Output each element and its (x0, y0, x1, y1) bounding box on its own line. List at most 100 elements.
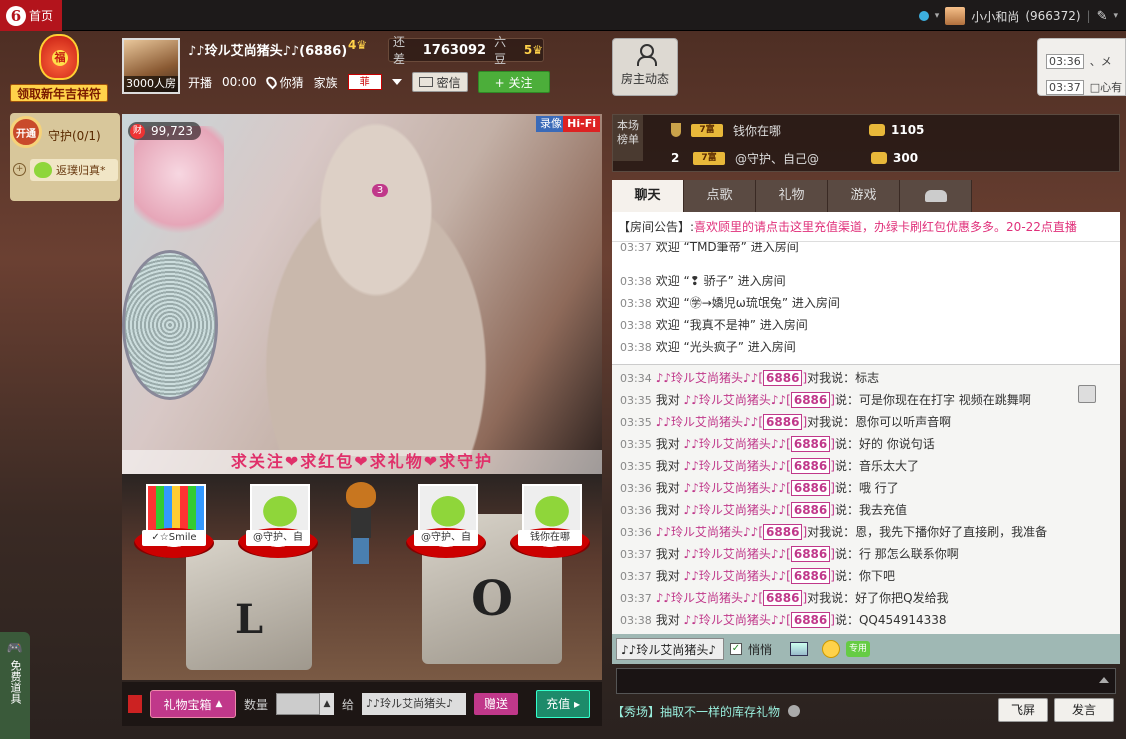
chat-user-id[interactable]: 6886 (790, 458, 831, 474)
chat-settings-icon[interactable] (1078, 385, 1096, 403)
chat-user-id[interactable]: 6886 (790, 502, 831, 518)
chat-nickname[interactable]: ♪♪玲ル艾尚猪头♪♪ (684, 503, 787, 517)
chat-user-id[interactable]: 6886 (763, 524, 803, 540)
car-icon (924, 189, 947, 202)
quantity-dropdown-icon[interactable]: ▲ (320, 693, 335, 715)
chat-message: 03:34 ♪♪玲ル艾尚猪头♪♪[6886]对我说：标志 (620, 367, 879, 389)
user-avatar[interactable] (945, 7, 966, 25)
tab-gifts[interactable]: 礼物 (756, 180, 828, 212)
image-icon[interactable] (790, 642, 809, 656)
tab-cars[interactable] (900, 180, 972, 212)
tab-songs[interactable]: 点歌 (684, 180, 756, 212)
chat-nickname[interactable]: ♪♪玲ル艾尚猪头♪♪ (656, 591, 759, 605)
chat-user-id[interactable]: 6886 (790, 568, 831, 584)
guard-open-button[interactable]: 开通 (10, 116, 42, 148)
special-emoji-icon[interactable]: 专用 (846, 641, 871, 657)
ranking-tag[interactable]: 本场榜单 (613, 115, 643, 161)
status-chevron-icon[interactable]: ▾ (935, 11, 940, 21)
chat-nickname[interactable]: ♪♪玲ル艾尚猪头♪♪ (684, 481, 787, 495)
host-name[interactable]: ♪♪玲ル艾尚猪头♪♪(6886) (188, 40, 347, 59)
tab-chat[interactable]: 聊天 (612, 180, 684, 212)
chat-user-id[interactable]: 6886 (790, 392, 831, 408)
chat-nickname[interactable]: ♪♪玲ル艾尚猪头♪♪ (684, 613, 787, 627)
close-icon[interactable] (788, 705, 801, 717)
record-button[interactable]: 录像 (536, 116, 566, 132)
chat-message: 03:37 我对 ♪♪玲ル艾尚猪头♪♪[6886]说：你下吧 (620, 565, 895, 587)
emoji-icon[interactable] (822, 640, 841, 658)
guard-seat[interactable]: @守护、自 (406, 484, 486, 562)
owner-feed-button[interactable]: 房主动态 (612, 38, 678, 96)
guard-seat[interactable]: 钱你在哪 (510, 484, 590, 562)
guard-seat[interactable]: ✓☆Smile (134, 484, 214, 562)
envelope-icon (418, 77, 433, 87)
chat-user-id[interactable]: 6886 (790, 546, 831, 562)
chat-user-id[interactable]: 6886 (790, 480, 831, 496)
hifi-button[interactable]: Hi-Fi (563, 116, 600, 132)
chat-list[interactable]: 03:34 ♪♪玲ル艾尚猪头♪♪[6886]对我说：标志 03:35 我对 ♪♪玲ル艾… (612, 364, 1120, 634)
chat-nickname[interactable]: ♪♪玲ル艾尚猪头♪♪ (684, 459, 787, 473)
chat-time: 03:35 (620, 416, 652, 429)
fly-screen-button[interactable]: 飞屏 (998, 698, 1048, 722)
caret-up-icon[interactable] (1099, 677, 1109, 683)
home-tab[interactable]: 6 首页 (0, 0, 62, 31)
chat-nickname[interactable]: ♪♪玲ル艾尚猪头♪♪ (656, 415, 759, 429)
host-level-badge: 4♛ (348, 38, 368, 52)
side-notification[interactable]: 03:36 、メ 03:37 □心有 (1037, 38, 1126, 96)
edit-chevron-icon[interactable]: ▾ (1113, 11, 1118, 21)
ranking-row[interactable]: 7富 钱你在哪 1105 (671, 120, 924, 140)
chat-nickname[interactable]: ♪♪玲ル艾尚猪头♪♪ (684, 569, 787, 583)
chat-nickname[interactable]: ♪♪玲ル艾尚猪头♪♪ (684, 437, 787, 451)
ranking-row[interactable]: 2 7富 @守护、自己@ 300 (671, 148, 918, 168)
chat-user-id[interactable]: 6886 (790, 436, 831, 452)
follow-button[interactable]: + 关注 (477, 71, 550, 93)
broadcast-label: 开播 (188, 75, 213, 90)
gap-value: 1763092 (422, 42, 487, 58)
gift-recipient-field[interactable]: ♪♪玲ル艾尚猪头♪ (362, 693, 467, 715)
guard-seat[interactable]: @守护、自 (238, 484, 318, 562)
room-notice[interactable]: 【房间公告】:喜欢顾里的请点击这里充值渠道，办绿卡刷红包优惠多多。20-22点直… (612, 212, 1120, 242)
chat-nickname[interactable]: ♪♪玲ル艾尚猪头♪♪ (684, 547, 787, 561)
chat-prefix: 我对 (655, 459, 684, 473)
quantity-input[interactable] (276, 693, 321, 715)
chat-prefix: 我对 (655, 393, 684, 407)
chat-prefix: 我对 (655, 503, 684, 517)
tab-games[interactable]: 游戏 (828, 180, 900, 212)
promo-label[interactable]: 领取新年吉祥符 (10, 84, 108, 102)
chat-nickname[interactable]: ♪♪玲ル艾尚猪头♪♪ (656, 525, 759, 539)
next-level-badge: 5♛ (523, 43, 543, 57)
recharge-button[interactable]: 充值 ▸ (536, 690, 591, 718)
free-tools-tab[interactable]: 🎮 免费道具 (0, 632, 30, 739)
return-item[interactable]: 返璞归真* (30, 159, 118, 181)
status-dot-icon[interactable] (918, 11, 929, 21)
chat-nickname[interactable]: ♪♪玲ル艾尚猪头♪♪ (656, 371, 759, 385)
gap-label: 还差 (393, 35, 406, 66)
chat-time: 03:35 (620, 394, 652, 407)
plus-icon[interactable]: + (13, 163, 26, 176)
whisper-checkbox[interactable]: ✓ (730, 643, 742, 655)
chat-target-field[interactable]: ♪♪玲ル艾尚猪头♪ (616, 638, 724, 660)
family-tag[interactable]: 菲 (347, 74, 382, 90)
new-year-promo[interactable]: 福 领取新年吉祥符 (10, 34, 108, 102)
gift-treasure-button[interactable]: 礼物宝箱 ▲ (150, 690, 236, 718)
edit-icon[interactable]: ✎ (1097, 9, 1108, 24)
chat-user-id[interactable]: 6886 (763, 370, 803, 386)
show-promo-link[interactable]: 【秀场】抽取不一样的库存礼物 (612, 703, 780, 720)
home-label: 首页 (29, 9, 54, 23)
chat-user-id[interactable]: 6886 (763, 414, 803, 430)
list-item: 03:38 欢迎 “光头疯子” 进入房间 (620, 340, 796, 354)
secret-message-button[interactable]: 密信 (411, 72, 468, 92)
user-name[interactable]: 小小和尚 (971, 8, 1019, 25)
family-dropdown-icon[interactable] (391, 79, 402, 85)
video-player[interactable]: 财 99,723 录像 Hi-Fi 求关注❤求红包❤求礼物❤求守护 (122, 114, 602, 474)
chat-user-id[interactable]: 6886 (790, 612, 831, 628)
chat-message: 03:35 我对 ♪♪玲ル艾尚猪头♪♪[6886]说：音乐太大了 (620, 455, 919, 477)
chat-text: 说：你下吧 (834, 569, 895, 583)
chat-input[interactable] (616, 668, 1116, 694)
chat-nickname[interactable]: ♪♪玲ル艾尚猪头♪♪ (684, 393, 787, 407)
no-gift-icon[interactable] (128, 695, 142, 713)
give-gift-button[interactable]: 赠送 (474, 693, 519, 715)
chat-user-id[interactable]: 6886 (763, 590, 803, 606)
notice-text[interactable]: 喜欢顾里的请点击这里充值渠道，办绿卡刷红包优惠多多。20-22点直播 (694, 220, 1077, 234)
send-button[interactable]: 发言 (1054, 698, 1114, 722)
notification-row: 03:36 、メ (1046, 53, 1112, 69)
